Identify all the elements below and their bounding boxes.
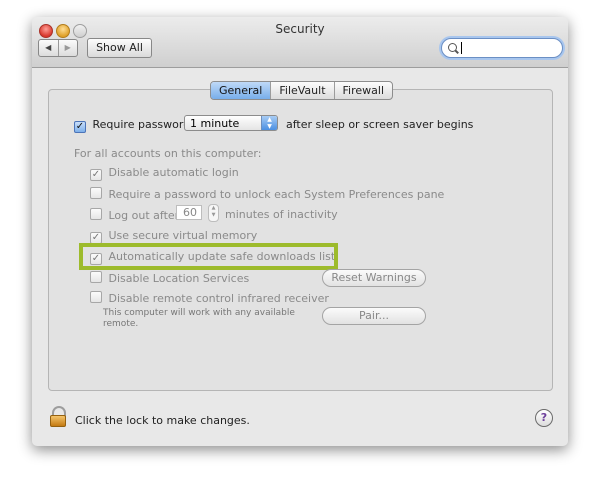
lock-body bbox=[50, 415, 66, 427]
logout-minutes-field[interactable]: 60 bbox=[176, 205, 202, 220]
navigation-buttons: ◀ ▶ bbox=[38, 39, 78, 57]
log-out-after-checkbox[interactable] bbox=[90, 208, 102, 220]
logout-minutes-stepper[interactable]: ▲ ▼ bbox=[208, 204, 219, 222]
tab-bar: General FileVault Firewall bbox=[210, 81, 394, 100]
remote-note: This computer will work with any availab… bbox=[103, 308, 295, 329]
search-field[interactable] bbox=[441, 38, 563, 58]
require-password-row: ✓ Require password bbox=[74, 118, 190, 133]
disable-location-services-label: Disable Location Services bbox=[108, 272, 250, 285]
title-bar: Security ◀ ▶ Show All bbox=[32, 17, 568, 68]
tab-filevault[interactable]: FileVault bbox=[270, 82, 333, 99]
text-caret bbox=[461, 42, 462, 54]
disable-location-services-row: Disable Location Services bbox=[90, 271, 249, 285]
disable-automatic-login-checkbox[interactable]: ✓ bbox=[90, 169, 102, 181]
disable-automatic-login-row: ✓ Disable automatic login bbox=[90, 166, 239, 181]
back-arrow-icon[interactable]: ◀ bbox=[39, 40, 59, 56]
disable-infrared-checkbox[interactable] bbox=[90, 291, 102, 303]
require-password-label: Require password bbox=[92, 118, 191, 131]
disable-infrared-row: Disable remote control infrared receiver bbox=[90, 291, 329, 305]
lock-icon[interactable] bbox=[50, 406, 66, 427]
disable-automatic-login-label: Disable automatic login bbox=[108, 166, 239, 179]
security-preferences-window: Security ◀ ▶ Show All General FileVault … bbox=[32, 17, 568, 446]
require-password-unlock-label: Require a password to unlock each System… bbox=[108, 188, 445, 201]
password-delay-value: 1 minute bbox=[190, 117, 240, 130]
window-title: Security bbox=[275, 22, 325, 36]
require-password-unlock-row: Require a password to unlock each System… bbox=[90, 187, 444, 201]
secure-virtual-memory-row: ✓ Use secure virtual memory bbox=[90, 229, 257, 244]
help-icon[interactable]: ? bbox=[535, 409, 553, 427]
all-accounts-section-label: For all accounts on this computer: bbox=[74, 147, 262, 160]
tab-general[interactable]: General bbox=[211, 82, 271, 99]
show-all-button[interactable]: Show All bbox=[87, 38, 152, 58]
tab-firewall[interactable]: Firewall bbox=[333, 82, 392, 99]
log-out-after-row: Log out after bbox=[90, 208, 179, 222]
disable-infrared-label: Disable remote control infrared receiver bbox=[108, 292, 329, 305]
minutes-of-inactivity-label: minutes of inactivity bbox=[225, 208, 338, 221]
pair-button[interactable]: Pair... bbox=[322, 307, 426, 325]
require-password-after-label: after sleep or screen saver begins bbox=[286, 118, 474, 131]
password-delay-select[interactable]: 1 minute ▲ ▼ bbox=[184, 115, 278, 131]
lock-label: Click the lock to make changes. bbox=[75, 414, 250, 427]
reset-warnings-button[interactable]: Reset Warnings bbox=[322, 269, 426, 287]
require-password-unlock-checkbox[interactable] bbox=[90, 187, 102, 199]
forward-arrow-icon[interactable]: ▶ bbox=[59, 40, 78, 56]
secure-virtual-memory-label: Use secure virtual memory bbox=[108, 229, 258, 242]
search-icon bbox=[448, 43, 457, 52]
log-out-after-label: Log out after bbox=[108, 209, 180, 222]
disable-location-services-checkbox[interactable] bbox=[90, 271, 102, 283]
highlight-box bbox=[79, 243, 338, 270]
require-password-checkbox[interactable]: ✓ bbox=[74, 121, 86, 133]
select-arrows-icon: ▲ ▼ bbox=[261, 116, 277, 130]
